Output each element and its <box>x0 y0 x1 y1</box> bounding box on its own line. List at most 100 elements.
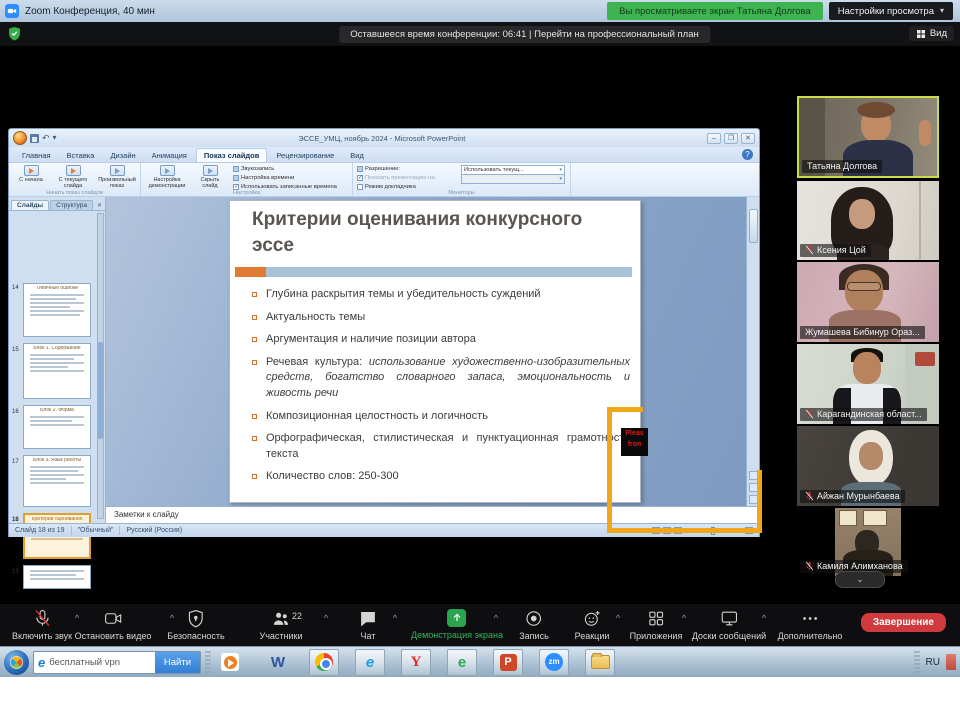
taskbar-app-zoom[interactable]: zm <box>539 649 569 676</box>
taskbar-app-word[interactable]: W <box>263 649 293 676</box>
participant-tile-5[interactable]: Айжан Мурынбаева <box>797 426 939 506</box>
taskbar-app-media-player[interactable] <box>215 649 245 676</box>
title-accent-orange <box>235 267 266 277</box>
record-narration-option[interactable]: Звукозапись <box>233 166 274 172</box>
maximize-button[interactable]: ❐ <box>724 133 738 144</box>
close-button[interactable]: ✕ <box>741 133 755 144</box>
participant-name-label: Татьяна Долгова <box>802 160 882 173</box>
notes-pane[interactable]: Заметки к слайду <box>106 506 759 523</box>
dropdown-caret-icon-2: ▾ <box>559 176 562 182</box>
toolbar-item-unmute[interactable]: Включить звук <box>12 609 72 641</box>
bullet-marker-icon <box>252 414 257 419</box>
save-icon[interactable] <box>30 134 39 143</box>
security-shield-icon[interactable] <box>8 26 21 41</box>
undo-icon[interactable]: ↶ <box>42 134 50 143</box>
toolbar-item-stop-video[interactable]: Остановить видео <box>75 609 152 641</box>
tray-partial-icon[interactable] <box>946 654 956 670</box>
slide-canvas[interactable]: Критерии оценивания конкурсного эссе Глу… <box>229 200 641 503</box>
ribbon-tab-insert[interactable]: Вставка <box>60 149 102 162</box>
ribbon-tab-animation[interactable]: Анимация <box>145 149 194 162</box>
yandex-browser-icon: Y <box>411 655 422 670</box>
panel-tab-slides[interactable]: Слайды <box>11 200 49 210</box>
view-settings-button[interactable]: Настройки просмотра ▾ <box>829 2 953 20</box>
participant-tile-4[interactable]: Карагандинская област... <box>797 344 939 424</box>
view-button[interactable]: Вид <box>909 26 954 41</box>
toolbar-item-security[interactable]: Безопасность <box>167 609 224 641</box>
zoom-titlebar: Zoom Конференция, 40 мин Вы просматривае… <box>0 0 960 22</box>
chevron-up-icon[interactable]: ^ <box>494 613 498 623</box>
slide-thumbnail-17[interactable]: Блок 3. Язык работы <box>23 455 91 507</box>
room-background <box>919 181 921 260</box>
bullet-list: Глубина раскрытия темы и убедительность … <box>252 287 630 492</box>
taskbar-app-explorer[interactable] <box>585 649 615 676</box>
bullet-marker-icon <box>252 436 257 441</box>
help-button[interactable]: ? <box>742 149 753 160</box>
participant-tile-3[interactable]: Жумашева Бибинур Ораз... <box>797 262 939 342</box>
ribbon-tab-home[interactable]: Главная <box>15 149 58 162</box>
taskbar-app-yandex-browser[interactable]: Y <box>401 649 431 676</box>
ribbon-tab-view[interactable]: Вид <box>343 149 371 162</box>
hide-slide-button[interactable]: Скрыть слайд <box>193 165 227 190</box>
participants-scroll-down-button[interactable]: ⌄ <box>835 571 885 588</box>
participant-tile-1[interactable]: Татьяна Долгова <box>797 96 939 178</box>
slide-thumbnail-16[interactable]: Блок 2. Форма <box>23 405 91 449</box>
toolbar-item-chat[interactable]: Чат <box>359 609 378 641</box>
minimize-button[interactable]: – <box>707 133 721 144</box>
bullet-item: Актуальность темы <box>252 310 630 326</box>
custom-slideshow-button[interactable]: Произвольный показ <box>97 165 137 190</box>
taskbar-app-internet-explorer[interactable]: e <box>355 649 385 676</box>
chevron-up-icon[interactable]: ^ <box>393 613 397 623</box>
view-button-label: Вид <box>930 28 947 39</box>
taskbar-app-green-e-browser[interactable]: e <box>447 649 477 676</box>
start-button[interactable] <box>4 650 29 675</box>
chevron-up-icon[interactable]: ^ <box>682 613 686 623</box>
taskbar-app-powerpoint[interactable]: P <box>493 649 523 676</box>
show-on-dropdown[interactable]: ▾ <box>461 174 565 184</box>
panel-close-icon[interactable]: ✕ <box>94 202 105 210</box>
bullet-marker-icon <box>252 292 257 297</box>
shield-icon <box>186 609 205 628</box>
panel-scrollbar-thumb[interactable] <box>98 342 103 439</box>
slide-scrollbar-thumb[interactable] <box>749 209 758 243</box>
taskbar-app-chrome[interactable] <box>309 649 339 676</box>
participant-tile-2[interactable]: Ксения Цой <box>797 181 939 260</box>
conference-time-banner[interactable]: Оставшееся время конференции: 06:41 | Пе… <box>339 26 710 43</box>
slide-thumbnail-14[interactable]: Типичные ошибки <box>23 283 91 337</box>
search-button[interactable]: Найти <box>155 651 200 674</box>
from-current-slide-button[interactable]: С текущего слайда <box>53 165 93 190</box>
toolbar-item-share-screen[interactable]: Демонстрация экрана <box>411 609 503 640</box>
bullet-item: Орфографическая, стилистическая и пункту… <box>252 431 630 462</box>
slide-thumbnail-19[interactable] <box>23 565 91 589</box>
ribbon-tab-design[interactable]: Дизайн <box>103 149 142 162</box>
chevron-up-icon[interactable]: ^ <box>762 613 766 623</box>
end-meeting-button[interactable]: Завершение <box>861 613 946 632</box>
panel-tab-outline[interactable]: Структура <box>50 200 93 210</box>
tray-language[interactable]: RU <box>926 657 940 668</box>
quick-access-chevron-icon[interactable]: ▾ <box>53 134 57 142</box>
toolbar-item-record[interactable]: Запись <box>519 609 549 641</box>
taskbar-search[interactable]: e бесплатный vpn Найти <box>33 651 201 674</box>
toolbar-item-apps[interactable]: Приложения <box>630 609 683 641</box>
muted-mic-icon <box>805 561 814 571</box>
participant-name-label: Жумашева Бибинур Ораз... <box>800 326 925 339</box>
slide-thumbnail-15[interactable]: Блок 1. Содержание <box>23 343 91 399</box>
toolbar-item-whiteboards[interactable]: Доски сообщений <box>692 609 766 641</box>
participant-tile-6[interactable]: Камиля Алимханова <box>797 508 939 576</box>
chevron-up-icon[interactable]: ^ <box>324 613 328 623</box>
ribbon: С начала С текущего слайда Произвольный … <box>9 163 759 197</box>
person-hair <box>857 102 895 118</box>
toolbar-item-more[interactable]: Дополнительно <box>778 609 843 641</box>
office-button[interactable] <box>13 131 27 145</box>
panel-scrollbar[interactable] <box>97 213 104 519</box>
toolbar-item-reactions[interactable]: Реакции <box>575 609 610 641</box>
search-input[interactable]: бесплатный vpn <box>49 657 155 668</box>
rehearse-timings-option[interactable]: Настройка времени <box>233 175 294 181</box>
slide-scrollbar[interactable] <box>746 197 759 506</box>
chevron-up-icon[interactable]: ^ <box>616 613 620 623</box>
language-indicator[interactable]: Русский (Россия) <box>126 527 182 534</box>
from-beginning-button[interactable]: С начала <box>11 165 51 183</box>
ribbon-tab-slideshow[interactable]: Показ слайдов <box>196 148 267 162</box>
setup-slideshow-button[interactable]: Настройка демонстрации <box>145 165 189 190</box>
powerpoint-titlebar[interactable]: ↶ ▾ ЭССЕ_УМЦ, ноябрь 2024 - Microsoft Po… <box>9 129 759 147</box>
ribbon-tab-review[interactable]: Рецензирование <box>269 149 341 162</box>
